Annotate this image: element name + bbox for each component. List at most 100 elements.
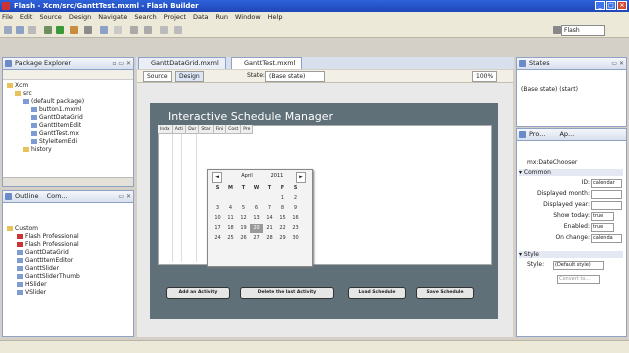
menu-file[interactable]: File <box>2 12 13 23</box>
horizontal-scrollbar[interactable] <box>3 177 133 186</box>
view-controls[interactable]: ▫ ▭ ✕ <box>112 58 131 69</box>
component-item[interactable]: GanttDataGrid <box>7 249 133 257</box>
calendar-day[interactable]: 30 <box>289 234 302 243</box>
tree-item-file[interactable]: GanttDataGrid <box>5 114 133 122</box>
tab-outline[interactable]: Outline Com... ▭ ✕ <box>3 191 133 203</box>
view-controls[interactable]: ▭ ✕ <box>118 191 131 202</box>
menu-design[interactable]: Design <box>69 12 91 23</box>
run-icon[interactable] <box>56 26 64 34</box>
prop-on-change-input[interactable]: calenda <box>591 234 622 243</box>
calendar-day[interactable]: 18 <box>224 224 237 233</box>
perspective-flash[interactable]: Flash <box>561 25 605 36</box>
tree-item-default-package[interactable]: (default package) <box>5 98 133 106</box>
tree-item-file[interactable]: GanttTest.mx <box>5 130 133 138</box>
calendar-day[interactable]: 23 <box>289 224 302 233</box>
save-icon[interactable] <box>16 26 24 34</box>
menu-search[interactable]: Search <box>134 12 156 23</box>
tab-gantttest[interactable]: GanttTest.mxml <box>231 57 303 69</box>
calendar-day[interactable]: 21 <box>263 224 276 233</box>
back-icon[interactable] <box>160 26 168 34</box>
month-label[interactable]: April <box>232 172 262 181</box>
calendar-day[interactable]: 7 <box>263 204 276 213</box>
component-item[interactable]: Flash Professional <box>7 241 133 249</box>
tree-item-src[interactable]: src <box>5 90 133 98</box>
debug-icon[interactable] <box>44 26 52 34</box>
prev-annotation-icon[interactable] <box>130 26 138 34</box>
column-header[interactable]: Indx <box>158 125 173 134</box>
calendar-day[interactable]: 28 <box>263 234 276 243</box>
column-header[interactable]: Acti <box>172 125 187 134</box>
tree-item-file[interactable]: button1.mxml <box>5 106 133 114</box>
menu-run[interactable]: Run <box>216 12 228 23</box>
calendar-day[interactable]: 22 <box>276 224 289 233</box>
open-perspective-icon[interactable] <box>553 26 561 34</box>
style-dropdown[interactable]: (Default style) <box>553 261 604 270</box>
next-annotation-icon[interactable] <box>144 26 152 34</box>
external-tools-icon[interactable] <box>84 26 92 34</box>
menu-edit[interactable]: Edit <box>20 12 33 23</box>
calendar-day[interactable]: 16 <box>289 214 302 223</box>
search-icon[interactable] <box>114 26 122 34</box>
column-header[interactable]: Cost <box>226 125 242 134</box>
menu-source[interactable]: Source <box>39 12 61 23</box>
tree-item-custom[interactable]: Custom <box>7 225 133 233</box>
column-header[interactable]: Star <box>199 125 214 134</box>
menu-window[interactable]: Window <box>235 12 261 23</box>
zoom-dropdown[interactable]: 100% <box>472 71 498 82</box>
calendar-day[interactable]: 25 <box>224 234 237 243</box>
calendar-day[interactable]: 15 <box>276 214 289 223</box>
component-item[interactable]: GanttSliderThumb <box>7 273 133 281</box>
calendar-day[interactable]: 14 <box>263 214 276 223</box>
component-item[interactable]: GanttItemEditor <box>7 257 133 265</box>
section-common[interactable]: ▾ Common <box>519 169 623 176</box>
tab-package-explorer[interactable]: Package Explorer ▫ ▭ ✕ <box>3 58 133 70</box>
calendar-day[interactable]: 9 <box>289 204 302 213</box>
tree-item-history[interactable]: history <box>5 146 133 154</box>
calendar-day[interactable]: 13 <box>250 214 263 223</box>
calendar-day[interactable]: 12 <box>237 214 250 223</box>
tree-item-file[interactable]: GanttItemEdit <box>5 122 133 130</box>
component-item[interactable]: HSlider <box>7 281 133 289</box>
state-entry[interactable]: (Base state) (start) <box>517 70 626 93</box>
convert-button[interactable]: Convert to... <box>557 275 600 284</box>
tab-ganttdatagrid[interactable]: GanttDataGrid.mxml <box>138 57 226 69</box>
calendar-day[interactable]: 1 <box>276 194 289 203</box>
calendar-day[interactable]: 6 <box>250 204 263 213</box>
add-activity-button[interactable]: Add an Activity <box>166 287 230 299</box>
open-type-icon[interactable] <box>100 26 108 34</box>
view-controls[interactable]: ▭ ✕ <box>611 58 624 69</box>
column-header[interactable]: Pre <box>241 125 254 134</box>
calendar-day[interactable]: 11 <box>224 214 237 223</box>
date-chooser[interactable]: ◄ April 2011 ► S M T W T F S 1 2 3 4 5 6 7 8 9 10 11 12 13 1… <box>207 169 313 267</box>
column-header[interactable]: Fini <box>213 125 227 134</box>
calendar-day[interactable]: 29 <box>276 234 289 243</box>
component-item[interactable]: Flash Professional <box>7 233 133 241</box>
design-button[interactable]: Design <box>175 71 204 82</box>
tree-item-xcm[interactable]: Xcm <box>5 82 133 90</box>
prop-id-input[interactable]: calendar <box>591 179 622 188</box>
year-label[interactable]: 2011 <box>266 172 288 181</box>
close-button[interactable]: × <box>617 1 627 10</box>
save-schedule-button[interactable]: Save Schedule <box>416 287 474 299</box>
menu-navigate[interactable]: Navigate <box>98 12 127 23</box>
section-style[interactable]: ▾ Style <box>519 251 623 258</box>
profile-icon[interactable] <box>70 26 78 34</box>
tab-states[interactable]: States ▭ ✕ <box>517 58 626 70</box>
calendar-day[interactable]: 2 <box>289 194 302 203</box>
calendar-day[interactable]: 26 <box>237 234 250 243</box>
print-icon[interactable] <box>28 26 36 34</box>
calendar-day[interactable]: 3 <box>211 204 224 213</box>
source-button[interactable]: Source <box>143 71 172 82</box>
load-schedule-button[interactable]: Load Schedule <box>348 287 406 299</box>
menu-data[interactable]: Data <box>193 12 209 23</box>
component-item[interactable]: VSlider <box>7 289 133 297</box>
calendar-day[interactable]: 10 <box>211 214 224 223</box>
components-tab-label[interactable]: Com... <box>47 192 68 200</box>
menu-help[interactable]: Help <box>268 12 283 23</box>
minimize-button[interactable]: _ <box>595 1 605 10</box>
prop-displayed-year-input[interactable] <box>591 201 622 210</box>
tab-properties[interactable]: Pro... Ap... <box>517 129 626 141</box>
calendar-day[interactable]: 5 <box>237 204 250 213</box>
calendar-day[interactable]: 17 <box>211 224 224 233</box>
new-icon[interactable] <box>4 26 12 34</box>
